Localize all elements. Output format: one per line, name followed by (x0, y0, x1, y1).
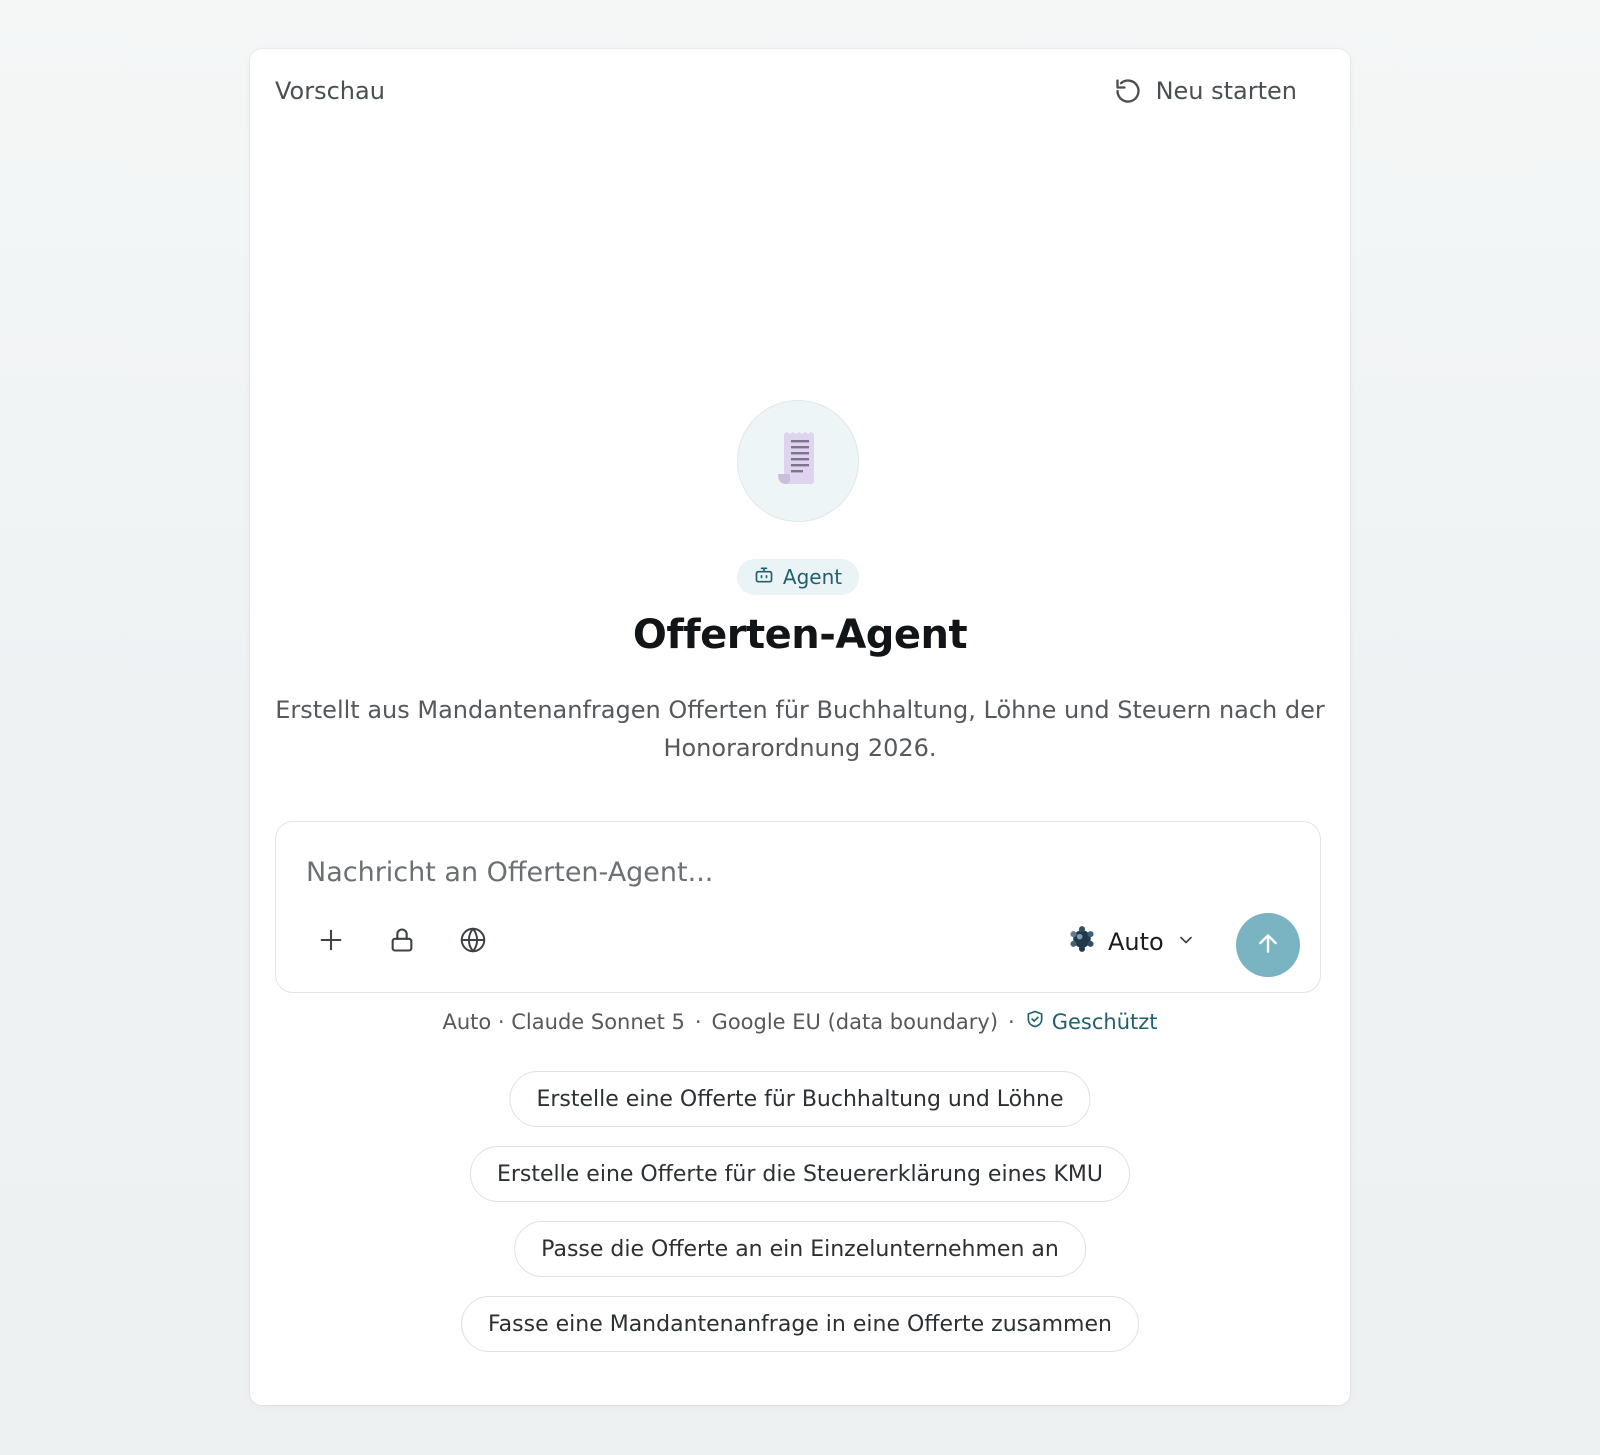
agent-badge: Agent (737, 559, 859, 595)
arrow-up-icon (1255, 930, 1281, 960)
preview-header: Vorschau Neu starten (275, 71, 1325, 111)
separator: · (694, 1009, 702, 1034)
suggestion-chip[interactable]: Erstelle eine Offerte für Buchhaltung un… (509, 1071, 1091, 1127)
agent-description: Erstellt aus Mandantenanfragen Offerten … (275, 696, 1325, 762)
message-composer: Auto (275, 821, 1321, 993)
suggestion-chip[interactable]: Passe die Offerte an ein Einzelunternehm… (514, 1221, 1086, 1277)
protected-label: Geschützt (1051, 1009, 1158, 1034)
preview-title: Vorschau (275, 77, 385, 105)
plus-icon (317, 926, 345, 958)
private-mode-button[interactable] (379, 919, 425, 965)
web-search-button[interactable] (450, 919, 496, 965)
robot-icon (754, 565, 774, 590)
receipt-icon (774, 430, 822, 492)
shield-check-icon (1025, 1009, 1045, 1034)
model-logo-icon (1068, 925, 1096, 959)
lock-icon (388, 926, 416, 958)
restart-icon (1114, 77, 1142, 105)
model-info: Auto · Claude Sonnet 5 · Google EU (data… (250, 1009, 1350, 1034)
chevron-down-icon (1176, 928, 1196, 956)
restart-button[interactable]: Neu starten (1114, 71, 1297, 111)
separator: · (1008, 1009, 1015, 1034)
agent-badge-label: Agent (782, 565, 843, 589)
agent-name: Offerten-Agent (632, 612, 968, 658)
model-selector-label: Auto (1108, 928, 1164, 956)
globe-icon (458, 925, 488, 959)
agent-avatar (737, 400, 859, 522)
suggestion-chip[interactable]: Erstelle eine Offerte für die Steuererkl… (469, 1146, 1131, 1202)
send-button[interactable] (1236, 913, 1300, 977)
message-input[interactable] (306, 850, 1286, 894)
suggestion-chip[interactable]: Fasse eine Mandantenanfrage in eine Offe… (461, 1296, 1139, 1352)
model-mode: Auto · Claude Sonnet 5 (442, 1009, 685, 1034)
model-selector[interactable]: Auto (1068, 920, 1196, 964)
preview-card: Vorschau Neu starten Agent Offerten-Agen… (250, 49, 1350, 1405)
restart-label: Neu starten (1155, 77, 1297, 105)
add-attachment-button[interactable] (308, 919, 354, 965)
model-region: Google EU (data boundary) (711, 1009, 999, 1034)
protected-status: Geschützt (1025, 1009, 1158, 1034)
